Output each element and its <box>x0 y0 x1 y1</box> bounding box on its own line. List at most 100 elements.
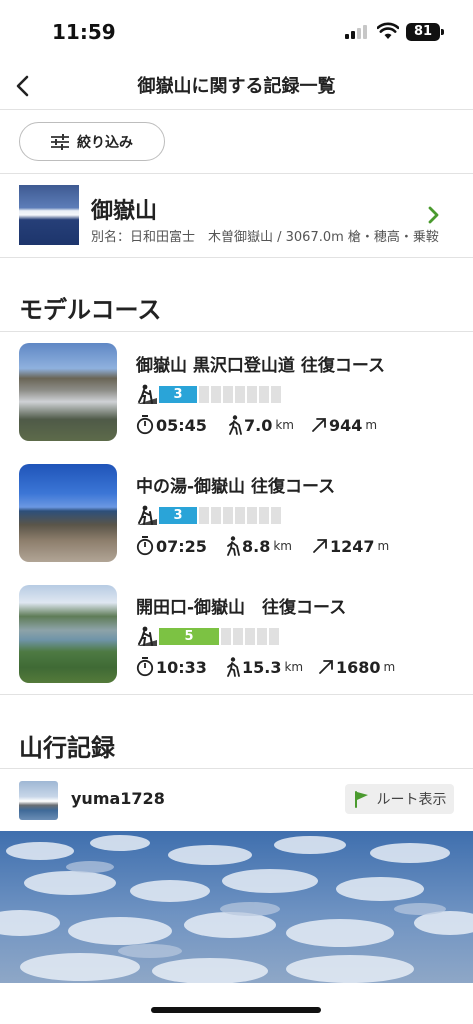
stat-ascent: 1680 m <box>318 658 395 677</box>
sky-photo <box>0 831 473 983</box>
course-stats: 10:33 15.3 km 1680 m <box>136 656 395 678</box>
chevron-right-icon <box>428 206 439 224</box>
ascent-unit: m <box>377 539 390 553</box>
course-thumbnail <box>19 343 117 441</box>
home-indicator <box>151 1007 321 1013</box>
ascent-arrow-icon <box>312 418 326 432</box>
battery-tip <box>441 29 444 35</box>
course-ascent: 1680 <box>336 657 381 677</box>
walker-icon <box>227 536 240 556</box>
level-segment <box>257 627 267 645</box>
hiker-icon <box>137 626 157 646</box>
course-time: 10:33 <box>156 657 207 677</box>
level-segment <box>223 385 233 403</box>
wifi-icon <box>377 22 399 39</box>
level-segment <box>235 385 245 403</box>
course-level: 3 <box>136 504 281 526</box>
record-username: yuma1728 <box>71 789 165 808</box>
model-course-heading: モデルコース <box>19 296 162 324</box>
level-bar: 5 <box>159 627 279 645</box>
course-ascent: 1247 <box>330 536 375 556</box>
distance-unit: km <box>275 418 294 432</box>
level-segment <box>259 506 269 524</box>
filter-button[interactable]: 絞り込み <box>19 122 165 161</box>
level-segment <box>223 506 233 524</box>
section-divider <box>0 331 473 332</box>
ascent-unit: m <box>365 418 378 432</box>
ascent-arrow-icon <box>313 539 327 553</box>
course-stats: 07:25 8.8 km 1247 m <box>136 535 389 557</box>
level-segment <box>247 506 257 524</box>
course-ascent: 944 <box>329 415 363 435</box>
course-title: 開田口-御嶽山 往復コース <box>136 598 347 618</box>
level-segment <box>271 506 281 524</box>
level-segment <box>211 385 221 403</box>
mountain-thumbnail <box>19 185 79 245</box>
level-segment <box>221 627 231 645</box>
ascent-arrow-icon <box>319 660 333 674</box>
course-distance: 15.3 <box>242 657 282 677</box>
flag-icon <box>354 791 368 808</box>
status-bar: 11:59 81 <box>0 0 473 62</box>
course-thumbnail <box>19 464 117 562</box>
navigation-bar: 御嶽山に関する記録一覧 <box>0 62 473 110</box>
ascent-unit: m <box>383 660 396 674</box>
level-segment <box>259 385 269 403</box>
course-item[interactable]: 御嶽山 黒沢口登山道 往復コース 3 05:45 7.0 km 944 m <box>0 343 473 451</box>
level-segment <box>247 385 257 403</box>
level-segment <box>269 627 279 645</box>
cellular-signal-icon <box>345 25 367 39</box>
records-heading: 山行記録 <box>19 734 115 762</box>
avatar <box>19 781 58 820</box>
course-title: 御嶽山 黒沢口登山道 往復コース <box>136 356 385 376</box>
walker-icon <box>227 657 240 677</box>
section-divider <box>0 694 473 695</box>
mountain-aliases: 別名：日和田富士 木曽御嶽山 / 3067.0m 槍・穂高・乗鞍 <box>91 230 439 245</box>
level-segment <box>245 627 255 645</box>
level-segment <box>235 506 245 524</box>
level-segment <box>233 627 243 645</box>
course-level: 5 <box>136 625 279 647</box>
stat-distance: 8.8 km <box>226 536 312 556</box>
level-value: 3 <box>159 506 197 524</box>
course-distance: 8.8 <box>242 536 271 556</box>
stat-ascent: 1247 m <box>312 537 389 556</box>
route-display-button[interactable]: ルート表示 <box>345 784 454 814</box>
distance-unit: km <box>284 660 304 674</box>
course-item[interactable]: 中の湯-御嶽山 往復コース 3 07:25 8.8 km 1247 m <box>0 464 473 572</box>
level-segment <box>199 506 209 524</box>
record-photo[interactable] <box>0 831 473 983</box>
mountain-name: 御嶽山 <box>91 199 158 224</box>
course-time: 05:45 <box>156 415 207 435</box>
stat-distance: 15.3 km <box>226 657 318 677</box>
mountain-summary[interactable]: 御嶽山 別名：日和田富士 木曽御嶽山 / 3067.0m 槍・穂高・乗鞍 <box>0 175 473 258</box>
hiker-icon <box>137 505 157 525</box>
timer-icon <box>136 415 154 435</box>
course-item[interactable]: 開田口-御嶽山 往復コース 5 10:33 15.3 km 1680 m <box>0 585 473 693</box>
distance-unit: km <box>273 539 292 553</box>
course-thumbnail <box>19 585 117 683</box>
page-title: 御嶽山に関する記録一覧 <box>137 76 336 97</box>
route-display-label: ルート表示 <box>376 792 447 808</box>
status-time: 11:59 <box>52 20 116 44</box>
stat-distance: 7.0 km <box>228 415 311 435</box>
level-segment <box>199 385 209 403</box>
stat-time: 10:33 <box>136 657 226 677</box>
hiker-icon <box>137 384 157 404</box>
filter-bar: 絞り込み <box>0 111 473 174</box>
stat-time: 05:45 <box>136 415 228 435</box>
battery-indicator: 81 <box>406 23 440 41</box>
filter-sliders-icon <box>51 133 69 150</box>
level-segment <box>271 385 281 403</box>
course-title: 中の湯-御嶽山 往復コース <box>136 477 336 497</box>
course-level: 3 <box>136 383 281 405</box>
walker-icon <box>229 415 242 435</box>
course-distance: 7.0 <box>244 415 273 435</box>
stat-ascent: 944 m <box>311 416 377 435</box>
level-value: 5 <box>159 627 219 645</box>
level-value: 3 <box>159 385 197 403</box>
record-item-header[interactable]: yuma1728 ルート表示 <box>0 768 473 831</box>
stat-time: 07:25 <box>136 536 226 556</box>
level-bar: 3 <box>159 385 281 403</box>
course-stats: 05:45 7.0 km 944 m <box>136 414 377 436</box>
